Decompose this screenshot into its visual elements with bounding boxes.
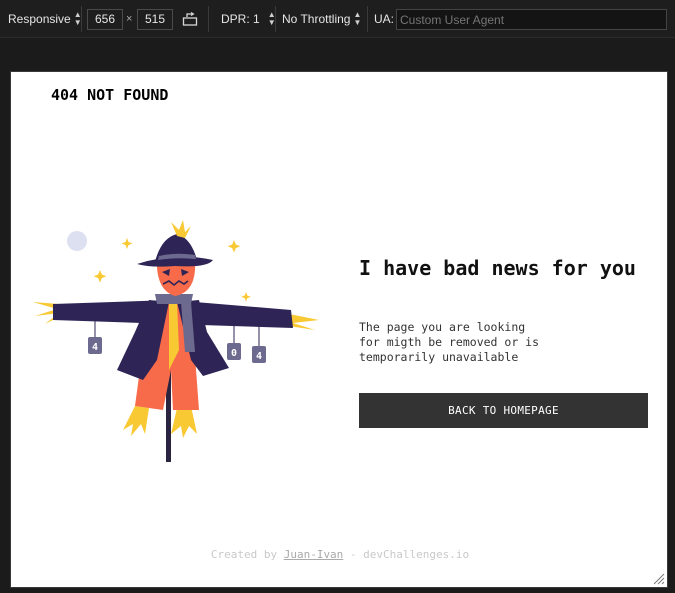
height-input[interactable]: 515 bbox=[137, 9, 173, 30]
sparkle-icon bbox=[121, 238, 133, 249]
rotate-button[interactable] bbox=[182, 0, 198, 38]
toolbar-divider bbox=[275, 6, 276, 32]
footer-prefix: Created by bbox=[210, 548, 284, 561]
dpr-select[interactable]: DPR: 1 ▲ ▼ bbox=[221, 0, 276, 38]
toolbar-divider bbox=[367, 6, 368, 32]
width-input[interactable]: 656 bbox=[87, 9, 123, 30]
author-link[interactable]: Juan-Ivan bbox=[284, 548, 344, 561]
resize-handle-icon[interactable] bbox=[653, 573, 665, 585]
dpr-label: DPR: 1 bbox=[221, 12, 260, 26]
moon-shape bbox=[67, 231, 87, 251]
device-select-label: Responsive bbox=[8, 12, 71, 26]
rotate-icon bbox=[182, 12, 198, 26]
sparkle-icon bbox=[227, 240, 241, 253]
select-arrows-icon: ▲ ▼ bbox=[353, 10, 362, 27]
throttling-select[interactable]: No Throttling ▲ ▼ bbox=[282, 0, 361, 38]
tag-digit: 4 bbox=[256, 351, 262, 362]
user-agent-input[interactable] bbox=[396, 9, 667, 30]
footer-suffix: - devChallenges.io bbox=[343, 548, 470, 561]
error-description: The page you are looking for migth be re… bbox=[359, 320, 540, 364]
devtools-toolbar: Responsive ▲ ▼ 656 × 515 DPR: 1 ▲ ▼ No Thr… bbox=[0, 0, 675, 38]
throttling-label: No Throttling bbox=[282, 12, 351, 26]
scarecrow-illustration: 4 0 4 bbox=[33, 220, 319, 462]
toolbar-divider bbox=[208, 6, 209, 32]
tag-digit: 4 bbox=[92, 342, 98, 353]
device-select[interactable]: Responsive ▲ ▼ bbox=[8, 0, 82, 38]
page-footer: Created by Juan-Ivan - devChallenges.io bbox=[11, 548, 669, 561]
tag-digit: 0 bbox=[231, 348, 237, 359]
right-leg-straw bbox=[171, 406, 197, 438]
error-headline: I have bad news for you bbox=[359, 256, 636, 280]
left-leg-straw bbox=[123, 406, 149, 436]
dimension-separator: × bbox=[126, 13, 133, 25]
toolbar-divider bbox=[81, 6, 82, 32]
page-title: 404 NOT FOUND bbox=[51, 86, 169, 104]
sparkle-icon bbox=[241, 292, 251, 302]
ua-label: UA: bbox=[374, 12, 395, 26]
sparkle-icon bbox=[93, 270, 107, 283]
back-to-homepage-button[interactable]: BACK TO HOMEPAGE bbox=[359, 393, 648, 428]
responsive-viewport: 404 NOT FOUND 4 0 4 I have bad news for … bbox=[10, 71, 668, 588]
right-straw-hand bbox=[289, 314, 319, 330]
